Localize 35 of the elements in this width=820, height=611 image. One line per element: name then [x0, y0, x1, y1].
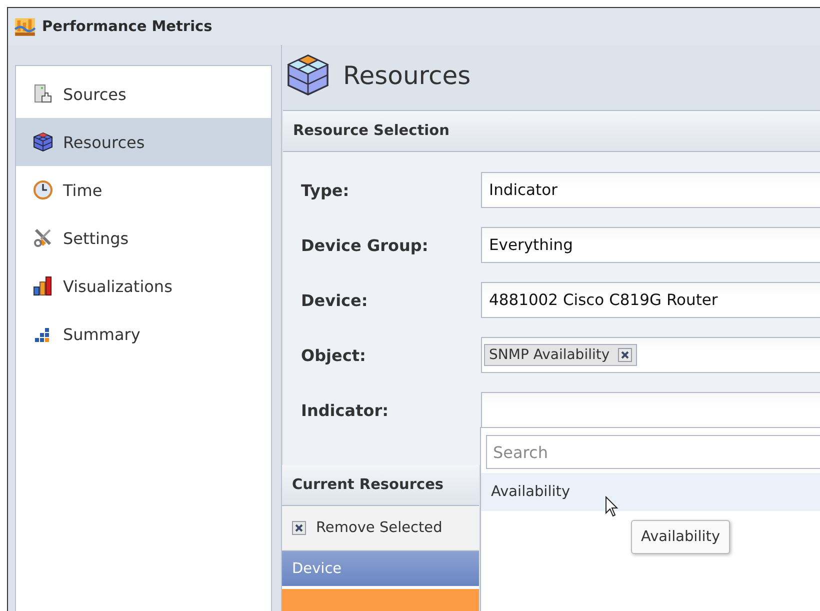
field-label: Object:	[300, 346, 367, 364]
table-row[interactable]	[282, 589, 479, 611]
search-field[interactable]: Search	[486, 435, 820, 469]
cursor-icon	[605, 496, 619, 518]
sidebar-item[interactable]: Time	[16, 166, 271, 214]
sidebar-item[interactable]: Visualizations	[16, 262, 271, 310]
close-icon	[292, 521, 306, 535]
cubes-icon	[285, 52, 331, 98]
tools-icon	[33, 228, 53, 248]
cubes-icon	[33, 132, 53, 152]
sidebar-item[interactable]: Resources	[16, 118, 271, 166]
input-field[interactable]: 4881002 Cisco C819G Router	[481, 282, 820, 318]
dropdown-option[interactable]: Availability	[481, 473, 820, 511]
input-field[interactable]: Everything	[481, 227, 820, 263]
tooltip: Availability	[631, 520, 730, 554]
panel-title: Current Resources	[292, 477, 444, 493]
sidebar-item[interactable]: Settings	[16, 214, 271, 262]
tag-input-field[interactable]: SNMP Availability	[481, 337, 820, 373]
sidebar-item[interactable]: Summary	[16, 310, 271, 358]
bar-chart-icon	[33, 276, 53, 296]
input-field[interactable]	[481, 392, 820, 428]
input-field[interactable]: Indicator	[481, 172, 820, 208]
tag-label: SNMP Availability	[489, 347, 610, 363]
panel-title: Resource Selection	[293, 123, 450, 139]
clock-icon	[33, 180, 53, 200]
close-icon[interactable]	[618, 348, 632, 362]
chart-logo-icon	[14, 16, 36, 38]
field-label: Indicator:	[300, 400, 390, 420]
field-label: Device:	[300, 290, 369, 310]
sidebar-item[interactable]: Sources	[16, 70, 271, 118]
window-title: Performance Metrics	[42, 18, 212, 34]
server-icon	[33, 84, 53, 104]
field-label: Type:	[300, 180, 350, 200]
page-title: Resources	[343, 60, 471, 90]
field-label: Device Group:	[300, 236, 430, 254]
